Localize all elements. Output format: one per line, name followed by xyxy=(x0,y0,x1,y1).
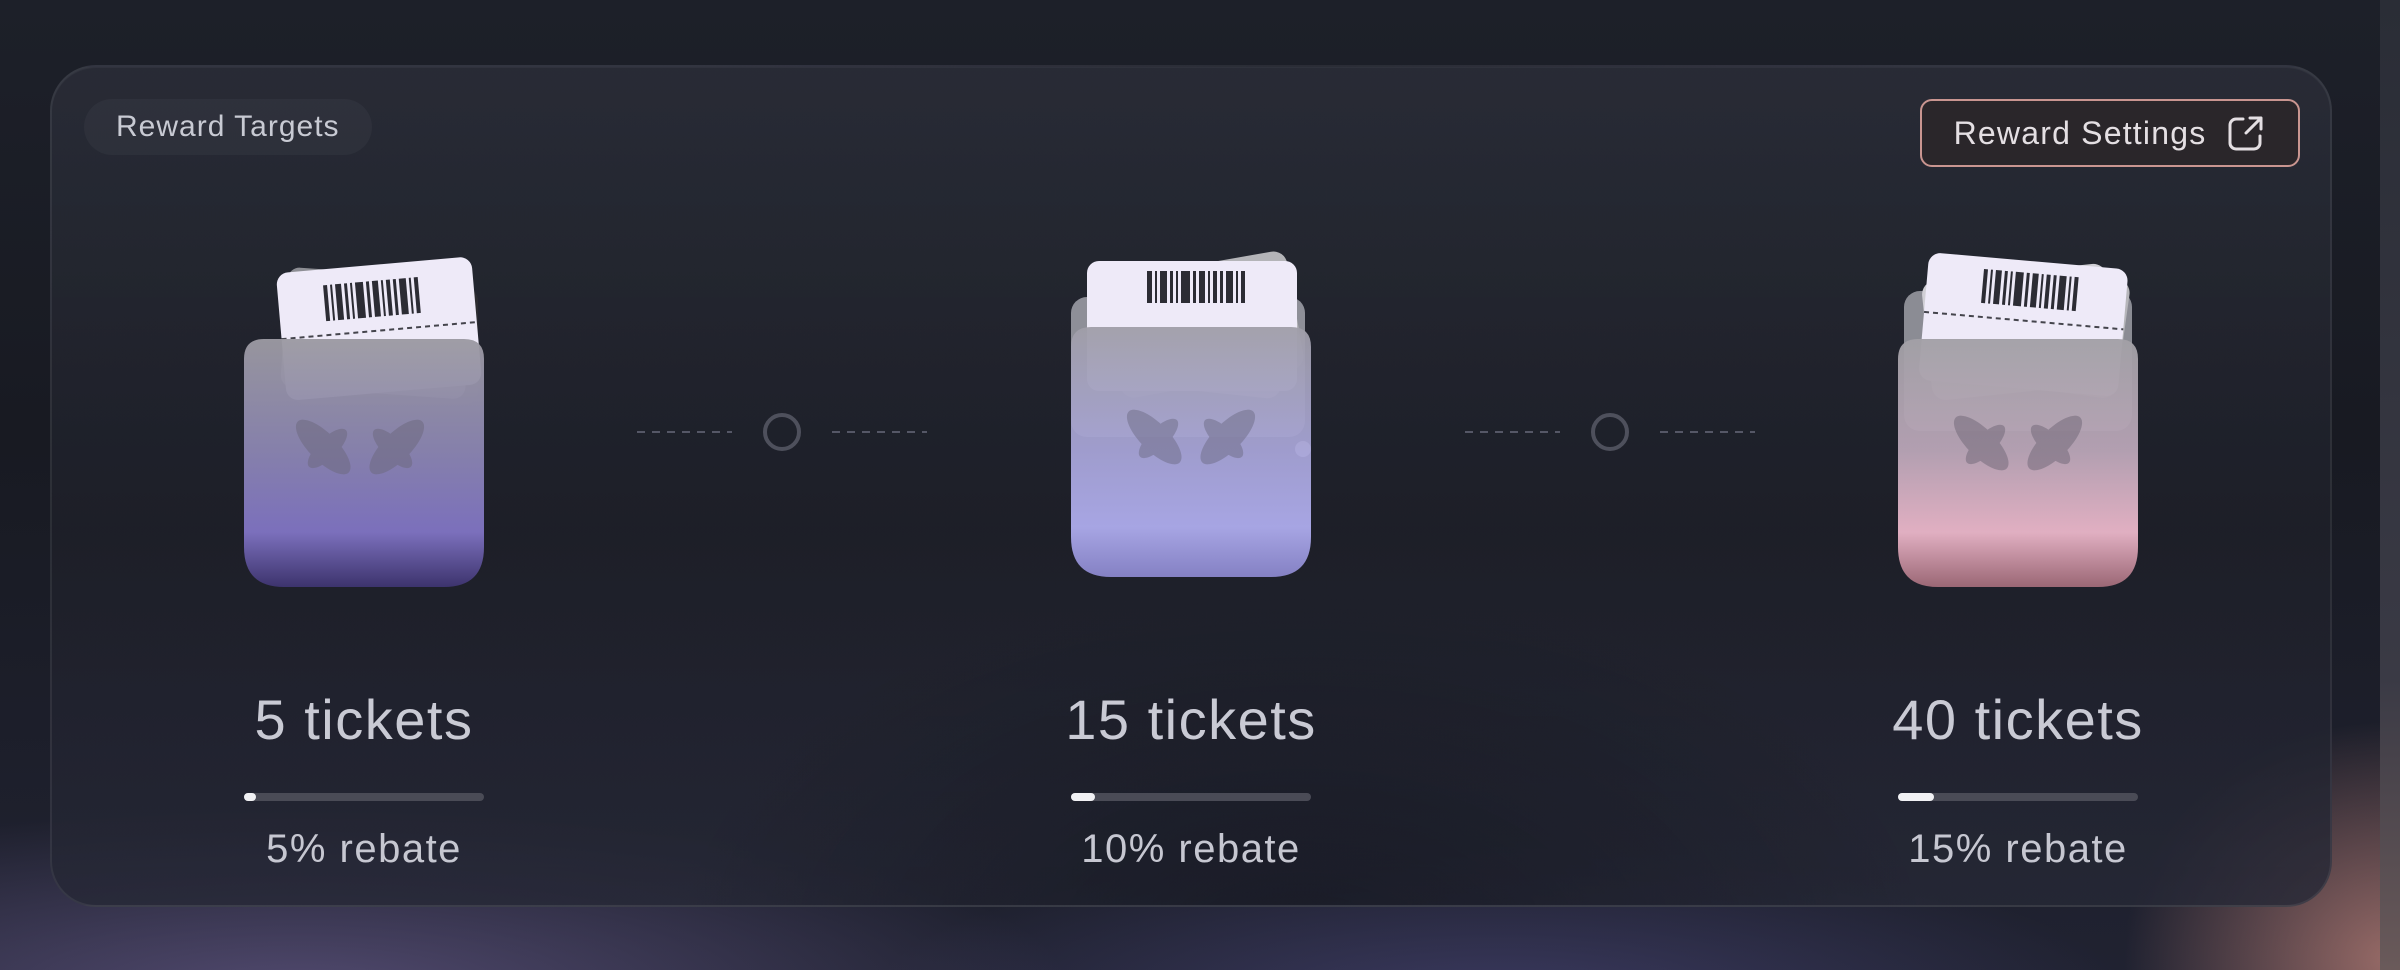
tier-connector xyxy=(1465,413,1755,451)
window-edge xyxy=(2380,0,2400,970)
ticket-wallet-icon xyxy=(1898,253,2138,587)
tier-rebate: 15% rebate xyxy=(1908,827,2128,871)
tier-progress-bar xyxy=(1071,793,1311,801)
panel-title: Reward Targets xyxy=(84,99,372,155)
tier-connector xyxy=(637,413,927,451)
panel-title-label: Reward Targets xyxy=(116,110,340,143)
tier-progress-bar xyxy=(244,793,484,801)
reward-tier-1: 5 tickets 5% rebate xyxy=(194,247,534,887)
reward-settings-button[interactable]: Reward Settings xyxy=(1920,99,2300,167)
reward-tier-3: 40 tickets 15% rebate xyxy=(1848,247,2188,887)
external-link-icon xyxy=(2228,116,2263,151)
tier-ticket-count: 40 tickets xyxy=(1892,688,2144,751)
tier-rebate: 10% rebate xyxy=(1081,827,1301,871)
ticket-wallet-icon xyxy=(1071,251,1311,577)
tier-ticket-count: 15 tickets xyxy=(1065,688,1317,751)
reward-tier-2: 15 tickets 10% rebate xyxy=(1021,247,1361,887)
tier-progress-bar xyxy=(1898,793,2138,801)
ticket-wallet-icon xyxy=(244,257,484,587)
reward-targets-panel: Reward Targets Reward Settings 5 tickets… xyxy=(50,65,2332,907)
tier-progress-fill xyxy=(1071,793,1095,801)
tier-progress-fill xyxy=(1898,793,1934,801)
tier-progress-fill xyxy=(244,793,256,801)
tier-ticket-count: 5 tickets xyxy=(254,688,474,751)
tier-rebate: 5% rebate xyxy=(266,827,462,871)
reward-settings-label: Reward Settings xyxy=(1953,114,2207,151)
